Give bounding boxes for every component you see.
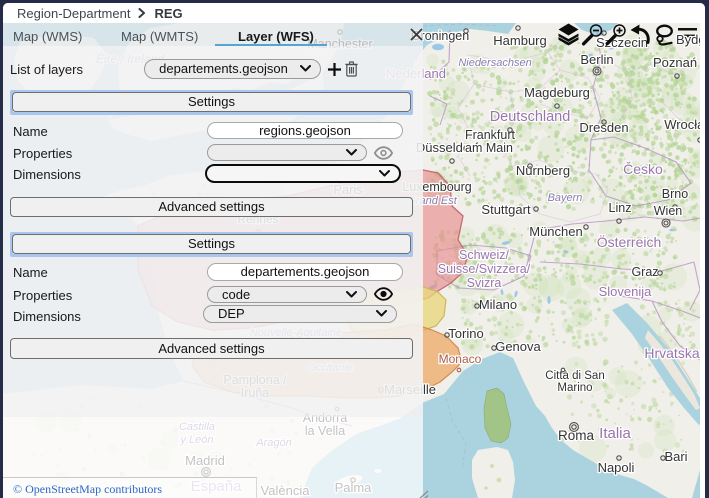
svg-text:Niedersachsen: Niedersachsen bbox=[458, 57, 531, 69]
svg-text:Torino: Torino bbox=[448, 326, 483, 341]
svg-text:Bydgoszcz: Bydgoszcz bbox=[676, 32, 700, 47]
svg-text:Milano: Milano bbox=[479, 297, 517, 312]
svg-text:Brno: Brno bbox=[662, 187, 688, 201]
svg-text:Bari: Bari bbox=[664, 449, 687, 464]
svg-text:Poznań: Poznań bbox=[653, 55, 697, 70]
svg-text:Svizra: Svizra bbox=[467, 276, 502, 290]
svg-text:Hamburg: Hamburg bbox=[493, 33, 546, 48]
svg-text:Napoli: Napoli bbox=[598, 460, 635, 475]
svg-text:Marino: Marino bbox=[557, 382, 592, 394]
svg-text:Schweiz/: Schweiz/ bbox=[459, 248, 510, 262]
svg-text:Dresden: Dresden bbox=[579, 120, 628, 135]
svg-text:Wrocław: Wrocław bbox=[664, 117, 700, 132]
svg-text:Wien: Wien bbox=[654, 204, 683, 218]
svg-text:Città di San: Città di San bbox=[545, 370, 604, 382]
svg-text:Hrvatska: Hrvatska bbox=[644, 345, 699, 361]
svg-text:Stuttgart: Stuttgart bbox=[481, 202, 531, 217]
svg-text:München: München bbox=[529, 224, 582, 239]
svg-text:Suisse/Svizzera/: Suisse/Svizzera/ bbox=[438, 262, 531, 276]
svg-text:Linz: Linz bbox=[609, 201, 632, 215]
svg-text:Monaco: Monaco bbox=[439, 352, 482, 366]
svg-text:Deutschland: Deutschland bbox=[490, 109, 571, 125]
svg-text:Magdeburg: Magdeburg bbox=[524, 85, 590, 100]
svg-text:Graz: Graz bbox=[631, 265, 658, 279]
svg-text:Česko: Česko bbox=[623, 161, 663, 177]
svg-text:Nürnberg: Nürnberg bbox=[516, 163, 570, 178]
svg-text:Italia: Italia bbox=[599, 425, 631, 442]
svg-text:Slovenija: Slovenija bbox=[599, 284, 653, 299]
svg-text:Österreich: Österreich bbox=[597, 233, 662, 250]
svg-text:am Main: am Main bbox=[465, 141, 513, 155]
svg-text:Genova: Genova bbox=[495, 339, 541, 354]
svg-text:Bayern: Bayern bbox=[548, 192, 583, 204]
